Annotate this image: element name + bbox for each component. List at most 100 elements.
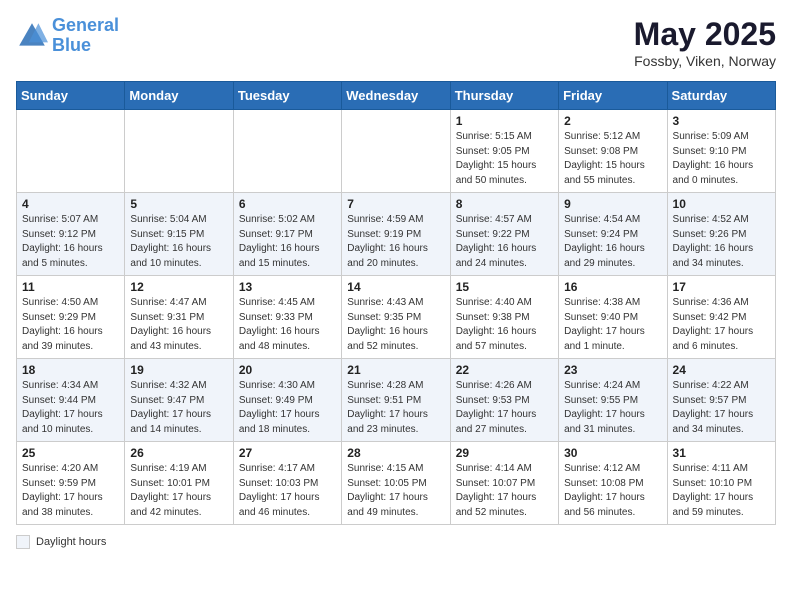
day-info: Sunrise: 4:15 AM Sunset: 10:05 PM Daylig… (347, 462, 444, 520)
calendar-header-row: SundayMondayTuesdayWednesdayThursdayFrid… (17, 82, 776, 110)
day-number: 16 (564, 280, 661, 294)
day-info: Sunrise: 4:43 AM Sunset: 9:35 PM Dayligh… (347, 296, 444, 354)
day-number: 14 (347, 280, 444, 294)
logo-text: General Blue (52, 16, 119, 56)
calendar-day-12: 12 Sunrise: 4:47 AM Sunset: 9:31 PM Dayli… (125, 276, 233, 359)
calendar-day-28: 28 Sunrise: 4:15 AM Sunset: 10:05 PM Dayl… (342, 442, 450, 525)
calendar-day-22: 22 Sunrise: 4:26 AM Sunset: 9:53 PM Dayli… (450, 359, 558, 442)
calendar-day-2: 2 Sunrise: 5:12 AM Sunset: 9:08 PM Daylig… (559, 110, 667, 193)
calendar-empty (125, 110, 233, 193)
day-info: Sunrise: 4:47 AM Sunset: 9:31 PM Dayligh… (130, 296, 227, 354)
day-number: 8 (456, 197, 553, 211)
day-number: 15 (456, 280, 553, 294)
day-number: 9 (564, 197, 661, 211)
day-info: Sunrise: 4:19 AM Sunset: 10:01 PM Daylig… (130, 462, 227, 520)
day-info: Sunrise: 5:15 AM Sunset: 9:05 PM Dayligh… (456, 130, 553, 188)
day-info: Sunrise: 4:17 AM Sunset: 10:03 PM Daylig… (239, 462, 336, 520)
calendar-day-21: 21 Sunrise: 4:28 AM Sunset: 9:51 PM Dayli… (342, 359, 450, 442)
month-title: May 2025 (634, 16, 776, 53)
day-number: 11 (22, 280, 119, 294)
page-header: General Blue May 2025 Fossby, Viken, Nor… (16, 16, 776, 69)
calendar-header-friday: Friday (559, 82, 667, 110)
day-number: 7 (347, 197, 444, 211)
day-info: Sunrise: 4:28 AM Sunset: 9:51 PM Dayligh… (347, 379, 444, 437)
day-number: 12 (130, 280, 227, 294)
calendar-day-14: 14 Sunrise: 4:43 AM Sunset: 9:35 PM Dayli… (342, 276, 450, 359)
day-info: Sunrise: 5:02 AM Sunset: 9:17 PM Dayligh… (239, 213, 336, 271)
day-number: 23 (564, 363, 661, 377)
day-info: Sunrise: 4:14 AM Sunset: 10:07 PM Daylig… (456, 462, 553, 520)
legend: Daylight hours (16, 535, 776, 549)
day-number: 28 (347, 446, 444, 460)
day-number: 13 (239, 280, 336, 294)
day-info: Sunrise: 4:30 AM Sunset: 9:49 PM Dayligh… (239, 379, 336, 437)
calendar-header-sunday: Sunday (17, 82, 125, 110)
day-info: Sunrise: 4:34 AM Sunset: 9:44 PM Dayligh… (22, 379, 119, 437)
calendar-day-9: 9Sunrise: 4:54 AM Sunset: 9:24 PM Daylig… (559, 193, 667, 276)
day-info: Sunrise: 4:57 AM Sunset: 9:22 PM Dayligh… (456, 213, 553, 271)
title-block: May 2025 Fossby, Viken, Norway (634, 16, 776, 69)
day-number: 20 (239, 363, 336, 377)
day-info: Sunrise: 4:50 AM Sunset: 9:29 PM Dayligh… (22, 296, 119, 354)
day-number: 21 (347, 363, 444, 377)
calendar-day-18: 18 Sunrise: 4:34 AM Sunset: 9:44 PM Dayli… (17, 359, 125, 442)
legend-label: Daylight hours (36, 536, 106, 548)
calendar-empty (342, 110, 450, 193)
calendar-day-10: 10 Sunrise: 4:52 AM Sunset: 9:26 PM Dayli… (667, 193, 775, 276)
calendar-day-20: 20 Sunrise: 4:30 AM Sunset: 9:49 PM Dayli… (233, 359, 341, 442)
calendar-week-5: 25 Sunrise: 4:20 AM Sunset: 9:59 PM Dayli… (17, 442, 776, 525)
day-number: 17 (673, 280, 770, 294)
day-number: 3 (673, 114, 770, 128)
calendar-day-16: 16Sunrise: 4:38 AM Sunset: 9:40 PM Dayli… (559, 276, 667, 359)
calendar-day-17: 17 Sunrise: 4:36 AM Sunset: 9:42 PM Dayli… (667, 276, 775, 359)
legend-box (16, 535, 30, 549)
day-info: Sunrise: 4:24 AM Sunset: 9:55 PM Dayligh… (564, 379, 661, 437)
day-info: Sunrise: 5:07 AM Sunset: 9:12 PM Dayligh… (22, 213, 119, 271)
calendar-day-6: 6 Sunrise: 5:02 AM Sunset: 9:17 PM Daylig… (233, 193, 341, 276)
day-number: 19 (130, 363, 227, 377)
day-info: Sunrise: 4:59 AM Sunset: 9:19 PM Dayligh… (347, 213, 444, 271)
logo: General Blue (16, 16, 119, 56)
day-info: Sunrise: 4:11 AM Sunset: 10:10 PM Daylig… (673, 462, 770, 520)
calendar-day-11: 11 Sunrise: 4:50 AM Sunset: 9:29 PM Dayli… (17, 276, 125, 359)
day-number: 27 (239, 446, 336, 460)
day-info: Sunrise: 5:09 AM Sunset: 9:10 PM Dayligh… (673, 130, 770, 188)
calendar-header-tuesday: Tuesday (233, 82, 341, 110)
logo-icon (16, 20, 48, 52)
day-info: Sunrise: 4:36 AM Sunset: 9:42 PM Dayligh… (673, 296, 770, 354)
day-number: 29 (456, 446, 553, 460)
day-number: 22 (456, 363, 553, 377)
day-number: 10 (673, 197, 770, 211)
day-number: 18 (22, 363, 119, 377)
day-info: Sunrise: 4:26 AM Sunset: 9:53 PM Dayligh… (456, 379, 553, 437)
calendar-day-30: 30 Sunrise: 4:12 AM Sunset: 10:08 PM Dayl… (559, 442, 667, 525)
calendar-day-8: 8 Sunrise: 4:57 AM Sunset: 9:22 PM Daylig… (450, 193, 558, 276)
day-number: 6 (239, 197, 336, 211)
day-info: Sunrise: 4:22 AM Sunset: 9:57 PM Dayligh… (673, 379, 770, 437)
day-number: 25 (22, 446, 119, 460)
calendar-header-thursday: Thursday (450, 82, 558, 110)
day-number: 26 (130, 446, 227, 460)
day-info: Sunrise: 4:32 AM Sunset: 9:47 PM Dayligh… (130, 379, 227, 437)
calendar-day-7: 7 Sunrise: 4:59 AM Sunset: 9:19 PM Daylig… (342, 193, 450, 276)
calendar-day-23: 23 Sunrise: 4:24 AM Sunset: 9:55 PM Dayli… (559, 359, 667, 442)
day-info: Sunrise: 4:52 AM Sunset: 9:26 PM Dayligh… (673, 213, 770, 271)
day-number: 31 (673, 446, 770, 460)
calendar-week-2: 4Sunrise: 5:07 AM Sunset: 9:12 PM Daylig… (17, 193, 776, 276)
day-info: Sunrise: 5:04 AM Sunset: 9:15 PM Dayligh… (130, 213, 227, 271)
day-number: 30 (564, 446, 661, 460)
calendar-table: SundayMondayTuesdayWednesdayThursdayFrid… (16, 81, 776, 525)
day-number: 2 (564, 114, 661, 128)
calendar-day-3: 3 Sunrise: 5:09 AM Sunset: 9:10 PM Daylig… (667, 110, 775, 193)
day-info: Sunrise: 4:20 AM Sunset: 9:59 PM Dayligh… (22, 462, 119, 520)
calendar-header-saturday: Saturday (667, 82, 775, 110)
day-number: 1 (456, 114, 553, 128)
location: Fossby, Viken, Norway (634, 53, 776, 69)
calendar-header-monday: Monday (125, 82, 233, 110)
calendar-day-13: 13Sunrise: 4:45 AM Sunset: 9:33 PM Dayli… (233, 276, 341, 359)
day-number: 5 (130, 197, 227, 211)
calendar-day-27: 27 Sunrise: 4:17 AM Sunset: 10:03 PM Dayl… (233, 442, 341, 525)
calendar-day-26: 26 Sunrise: 4:19 AM Sunset: 10:01 PM Dayl… (125, 442, 233, 525)
day-info: Sunrise: 4:12 AM Sunset: 10:08 PM Daylig… (564, 462, 661, 520)
day-info: Sunrise: 5:12 AM Sunset: 9:08 PM Dayligh… (564, 130, 661, 188)
